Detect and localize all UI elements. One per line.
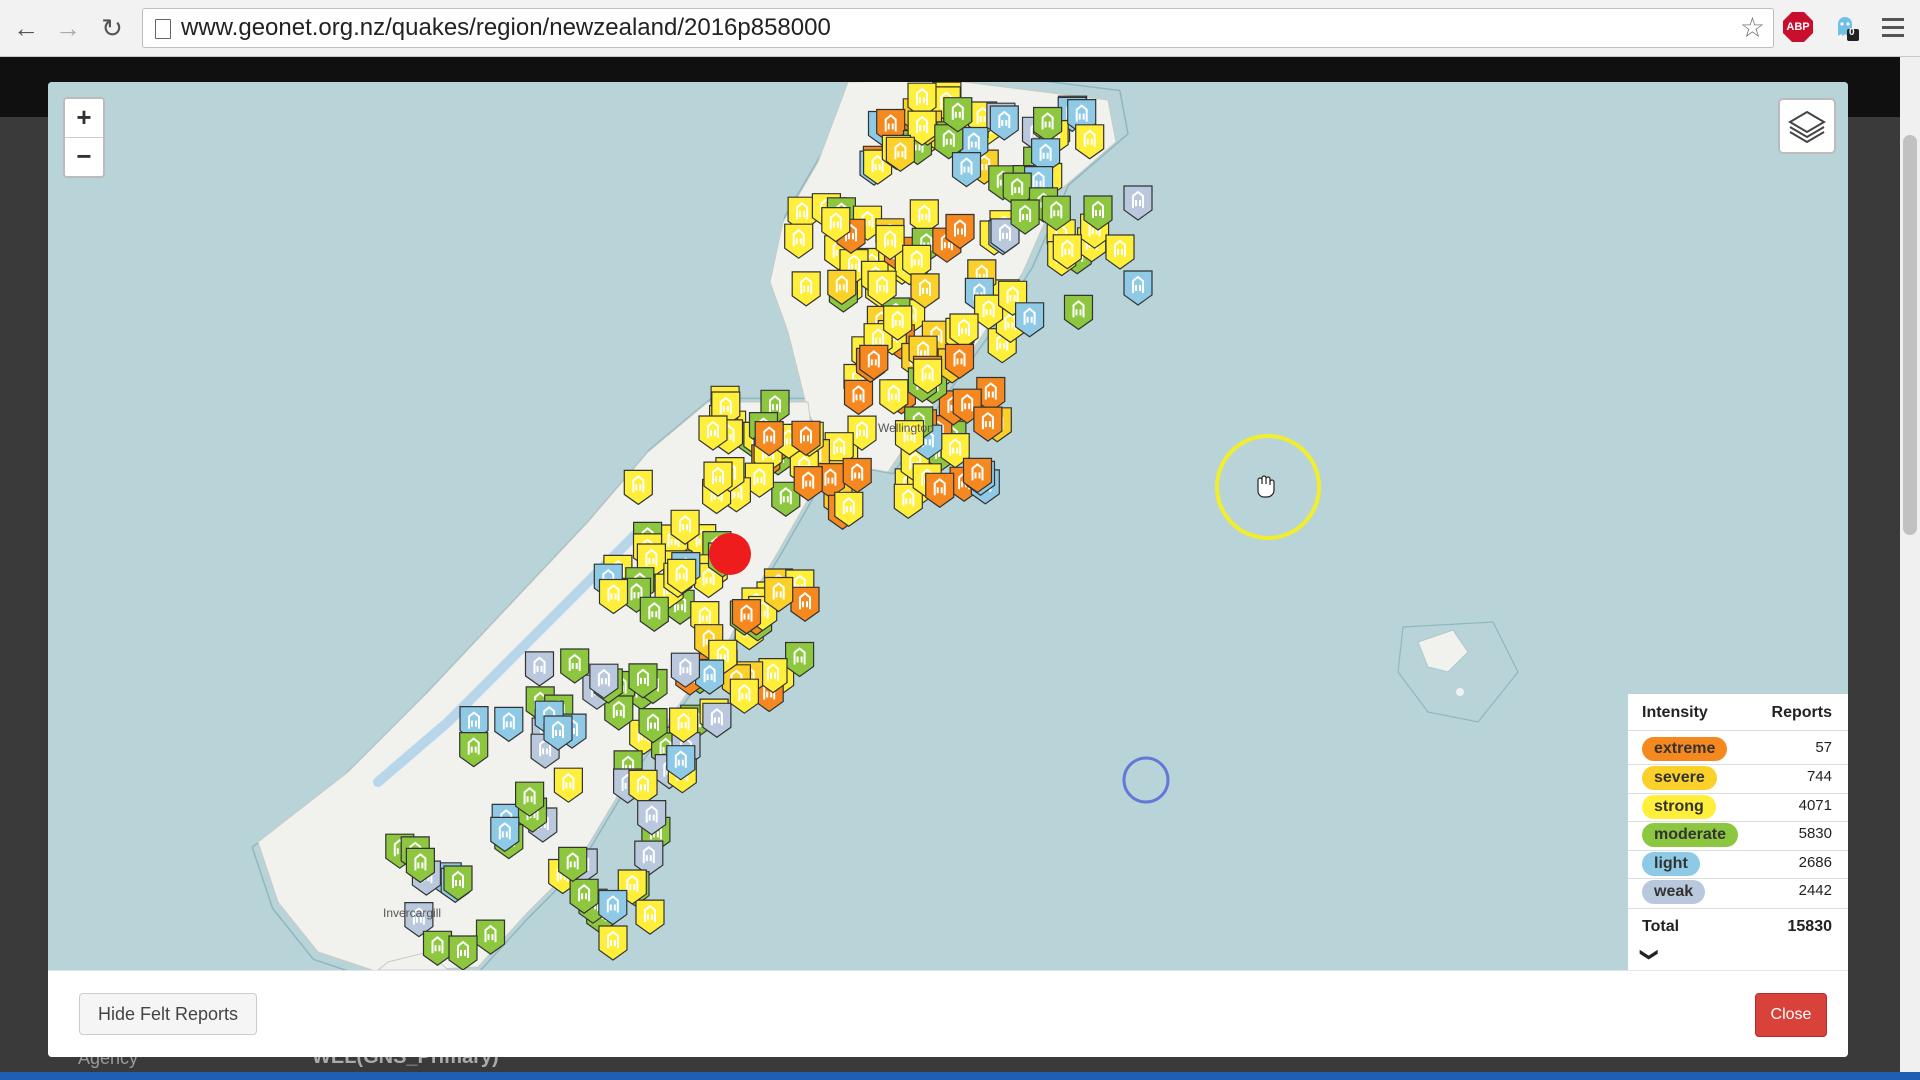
legend-value-strong: 4071	[1798, 797, 1832, 814]
legend-pill-weak: weak	[1642, 880, 1706, 904]
legend-value-extreme: 57	[1815, 739, 1832, 756]
reload-icon[interactable]: ↻	[96, 12, 128, 44]
scrollbar-thumb[interactable]	[1903, 135, 1917, 535]
browser-toolbar: ← → ↻ www.geonet.org.nz/quakes/region/ne…	[0, 0, 1920, 57]
layers-icon	[1788, 110, 1826, 144]
ghostery-icon[interactable]: 0	[1830, 12, 1860, 42]
place-label-wellington: Wellington	[878, 421, 934, 435]
felt-report-marker[interactable]	[729, 678, 760, 714]
legend-row-weak: weak 2442	[1628, 877, 1848, 905]
felt-report-marker[interactable]	[635, 899, 665, 935]
zoom-out-button[interactable]: −	[65, 137, 103, 176]
intensity-legend: Intensity Reports extreme 57 severe 744 …	[1628, 694, 1848, 970]
ghostery-badge: 0	[1849, 27, 1855, 38]
felt-report-marker[interactable]	[1063, 294, 1094, 331]
felt-report-marker[interactable]	[925, 472, 955, 509]
browser-menu-icon[interactable]	[1882, 18, 1904, 42]
legend-row-light: light 2686	[1628, 849, 1848, 877]
forward-arrow-icon[interactable]: →	[52, 12, 84, 44]
map-canvas[interactable]: Wellington Invercargill	[48, 82, 1848, 970]
legend-pill-severe: severe	[1642, 766, 1717, 790]
legend-row-extreme: extreme 57	[1628, 734, 1848, 762]
hide-felt-reports-button[interactable]: Hide Felt Reports	[79, 993, 258, 1035]
zoom-control: + −	[63, 97, 105, 178]
legend-value-light: 2686	[1798, 854, 1832, 871]
back-arrow-icon[interactable]: ←	[10, 12, 42, 44]
felt-report-marker[interactable]	[598, 925, 628, 961]
zoom-in-button[interactable]: +	[65, 99, 103, 137]
legend-pill-light: light	[1642, 852, 1700, 876]
legend-row-moderate: moderate 5830	[1628, 820, 1848, 848]
felt-report-marker[interactable]	[1123, 185, 1153, 221]
modal-footer: Hide Felt Reports Close	[48, 970, 1848, 1057]
legend-pill-moderate: moderate	[1642, 823, 1739, 847]
page-scrollbar[interactable]	[1900, 57, 1920, 1080]
legend-pill-strong: strong	[1642, 795, 1716, 819]
address-bar[interactable]: www.geonet.org.nz/quakes/region/newzeala…	[142, 8, 1774, 48]
felt-reports-modal: Wellington Invercargill + − Intensity Re…	[48, 82, 1848, 1057]
epicentre-marker[interactable]	[709, 533, 751, 575]
felt-report-marker[interactable]	[1123, 270, 1153, 306]
legend-value-moderate: 5830	[1798, 825, 1832, 842]
address-url: www.geonet.org.nz/quakes/region/newzeala…	[181, 14, 831, 41]
place-label-invercargill: Invercargill	[383, 906, 441, 920]
felt-report-marker[interactable]	[1105, 234, 1135, 270]
hand-cursor-icon	[1257, 475, 1275, 498]
chevron-down-icon[interactable]: ❯	[1639, 947, 1660, 962]
aftershock-circle-small[interactable]	[1122, 756, 1170, 804]
taskbar	[0, 1072, 1920, 1080]
bookmark-star-icon[interactable]: ☆	[1740, 11, 1765, 44]
legend-row-severe: severe 744	[1628, 763, 1848, 791]
legend-total-label: Total	[1642, 918, 1680, 935]
legend-reports-header: Reports	[1771, 704, 1832, 721]
felt-reports-map[interactable]: Wellington Invercargill + − Intensity Re…	[48, 82, 1848, 970]
legend-total-value: 15830	[1787, 918, 1833, 935]
adblock-icon[interactable]: ABP	[1783, 12, 1813, 42]
legend-value-severe: 744	[1806, 768, 1832, 785]
layers-button[interactable]	[1778, 98, 1836, 154]
close-button[interactable]: Close	[1755, 993, 1827, 1037]
legend-pill-extreme: extreme	[1642, 737, 1728, 761]
legend-value-weak: 2442	[1798, 882, 1832, 899]
page-icon	[155, 19, 171, 39]
legend-row-strong: strong 4071	[1628, 792, 1848, 820]
felt-report-marker[interactable]	[790, 586, 820, 623]
felt-report-marker[interactable]	[702, 702, 732, 739]
legend-intensity-header: Intensity	[1642, 704, 1708, 721]
